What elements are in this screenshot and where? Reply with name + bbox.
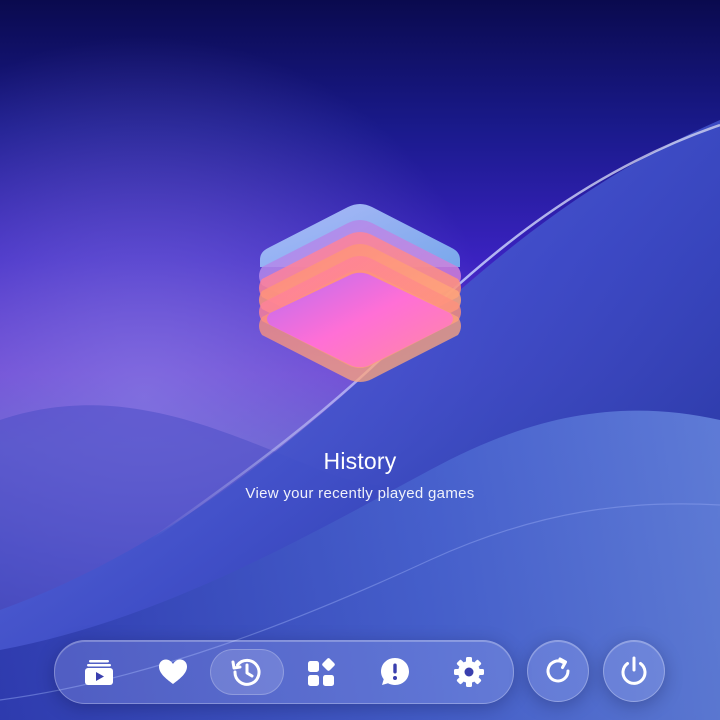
gear-icon bbox=[454, 657, 484, 687]
dock-library-button[interactable] bbox=[62, 649, 136, 695]
page-title: History bbox=[323, 448, 397, 474]
dock-feedback-button[interactable] bbox=[358, 649, 432, 695]
heart-icon bbox=[159, 659, 187, 684]
home-screen: History View your recently played games bbox=[0, 0, 720, 720]
power-button[interactable] bbox=[603, 640, 665, 702]
apps-grid-icon bbox=[308, 658, 335, 686]
play-library-icon bbox=[85, 660, 113, 685]
dock-apps-button[interactable] bbox=[284, 649, 358, 695]
refresh-button[interactable] bbox=[527, 640, 589, 702]
dock-settings-button[interactable] bbox=[432, 649, 506, 695]
history-icon bbox=[231, 658, 261, 686]
history-stack-icon bbox=[259, 204, 461, 382]
main-dock bbox=[54, 640, 514, 704]
feedback-icon bbox=[381, 658, 409, 685]
dock-favorites-button[interactable] bbox=[136, 649, 210, 695]
refresh-icon bbox=[546, 657, 570, 683]
power-icon bbox=[621, 656, 647, 685]
page-subtitle: View your recently played games bbox=[245, 485, 475, 502]
dock-history-button[interactable] bbox=[210, 649, 284, 695]
